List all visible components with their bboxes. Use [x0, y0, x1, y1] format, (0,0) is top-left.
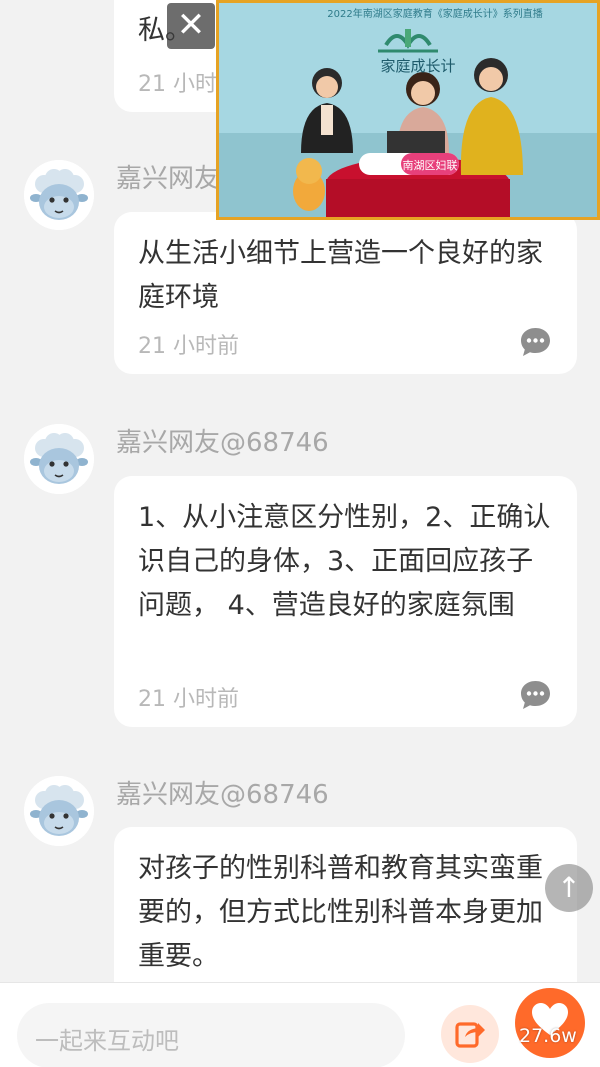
comment-text: 对孩子的性别科普和教育其实蛮重要的，但方式比性别科普本身更加重要。	[138, 853, 543, 972]
like-button[interactable]	[515, 988, 585, 1058]
arrow-up-icon[interactable]: ↑	[545, 864, 593, 912]
comment-time: 21 小时	[138, 72, 217, 97]
comment-username: 嘉兴网友@68746	[116, 780, 329, 810]
share-button[interactable]	[441, 1005, 499, 1063]
bottom-bar: 一起来互动吧 27.6w	[0, 982, 600, 1067]
comment-bubble: 对孩子的性别科普和教育其实蛮重要的，但方式比性别科普本身更加重要。	[114, 827, 577, 982]
comment-username: 嘉兴网友@68746	[116, 428, 329, 458]
comment-username: 嘉兴网友	[116, 164, 221, 194]
close-video-button[interactable]: ✕	[167, 3, 215, 49]
video-show-title: 家庭成长计	[380, 57, 455, 75]
live-video-player[interactable]: 南湖区妇联 2022年南湖区家庭教育《家庭成长计》系列直播 家庭成长计	[216, 0, 600, 220]
video-banner: 2022年南湖区家庭教育《家庭成长计》系列直播	[327, 7, 542, 20]
comment-bubble-icon[interactable]	[519, 326, 552, 359]
comment-text: 从生活小细节上营造一个良好的家庭环境	[138, 238, 543, 313]
comment-feed[interactable]: 私。 21 小时 嘉兴网友 从生活小细节上营造一个良好的家庭环境 21 小时前	[0, 0, 600, 982]
comment-bubble: 1、从小注意区分性别，2、正确认识自己的身体，3、正面回应孩子问题， 4、营造良…	[114, 476, 577, 727]
comment-input-placeholder: 一起来互动吧	[35, 1027, 179, 1055]
comment-bubble-icon[interactable]	[519, 679, 552, 712]
sheep-avatar-icon[interactable]	[24, 776, 94, 846]
video-badge: 南湖区妇联	[403, 159, 458, 172]
sheep-avatar-icon[interactable]	[24, 424, 94, 494]
share-icon	[455, 1022, 485, 1048]
comment-time: 21 小时前	[138, 334, 239, 359]
like-count: 27.6w	[519, 1025, 577, 1047]
comment-text: 1、从小注意区分性别，2、正确认识自己的身体，3、正面回应孩子问题， 4、营造良…	[138, 502, 551, 621]
comment-bubble: 从生活小细节上营造一个良好的家庭环境 21 小时前	[114, 212, 577, 374]
sheep-avatar-icon[interactable]	[24, 160, 94, 230]
comment-time: 21 小时前	[138, 687, 239, 712]
comment-input[interactable]: 一起来互动吧	[17, 1003, 405, 1067]
